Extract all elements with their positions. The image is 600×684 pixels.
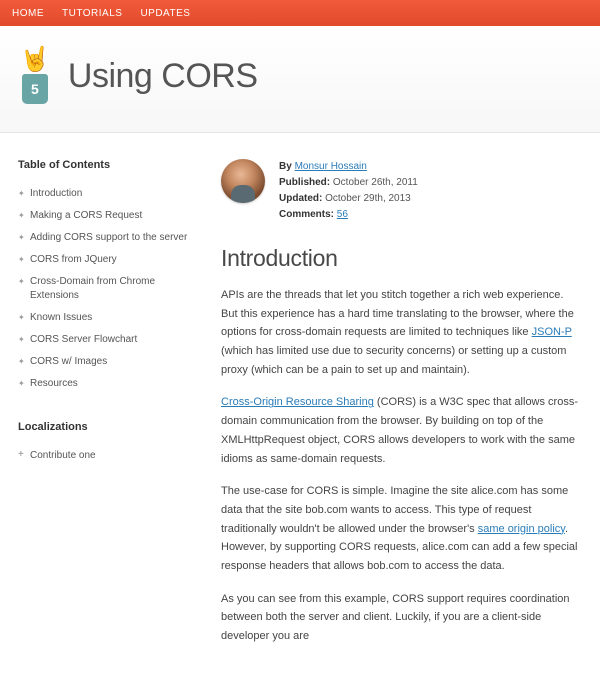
intro-para-2: Cross-Origin Resource Sharing (CORS) is … (221, 393, 582, 468)
link-same-origin[interactable]: same origin policy (478, 523, 565, 535)
html5-badge-icon: 5 (22, 74, 48, 104)
toc-item-flowchart[interactable]: CORS Server Flowchart (18, 329, 193, 351)
published-label: Published: (279, 177, 330, 188)
nav-home[interactable]: HOME (12, 8, 44, 19)
article-meta: By Monsur Hossain Published: October 26t… (279, 159, 418, 223)
toc-item-known-issues[interactable]: Known Issues (18, 307, 193, 329)
toc-list: Introduction Making a CORS Request Addin… (18, 183, 193, 395)
comments-label: Comments: (279, 209, 334, 220)
toc-item-chrome-ext[interactable]: Cross-Domain from Chrome Extensions (18, 271, 193, 307)
localizations-list: Contribute one (18, 445, 193, 467)
intro-para-4: As you can see from this example, CORS s… (221, 590, 582, 646)
link-json-p[interactable]: JSON-P (532, 326, 572, 338)
published-date: October 26th, 2011 (333, 177, 418, 188)
toc-item-images[interactable]: CORS w/ Images (18, 351, 193, 373)
link-cors-spec[interactable]: Cross-Origin Resource Sharing (221, 396, 374, 408)
nav-tutorials[interactable]: TUTORIALS (62, 8, 122, 19)
localizations-heading: Localizations (18, 421, 193, 433)
toc-item-introduction[interactable]: Introduction (18, 183, 193, 205)
section-heading-introduction: Introduction (221, 245, 582, 272)
intro-para-3: The use-case for CORS is simple. Imagine… (221, 482, 582, 575)
toc-item-making-request[interactable]: Making a CORS Request (18, 205, 193, 227)
text: (which has limited use due to security c… (221, 345, 566, 376)
toc-item-resources[interactable]: Resources (18, 373, 193, 395)
main-content: By Monsur Hossain Published: October 26t… (221, 159, 582, 660)
top-nav: HOME TUTORIALS UPDATES (0, 0, 600, 26)
loc-contribute[interactable]: Contribute one (18, 445, 193, 467)
author-link[interactable]: Monsur Hossain (295, 161, 367, 172)
sidebar: Table of Contents Introduction Making a … (18, 159, 193, 660)
site-logo: 🤘 5 (20, 48, 50, 104)
byline: By Monsur Hossain Published: October 26t… (221, 159, 582, 223)
intro-para-1: APIs are the threads that let you stitch… (221, 286, 582, 379)
comments-link[interactable]: 56 (337, 209, 348, 220)
toc-heading: Table of Contents (18, 159, 193, 171)
updated-label: Updated: (279, 193, 322, 204)
rock-hand-icon: 🤘 (20, 48, 50, 72)
nav-updates[interactable]: UPDATES (140, 8, 190, 19)
page-header: 🤘 5 Using CORS (0, 26, 600, 133)
author-avatar (221, 159, 265, 203)
toc-item-server-support[interactable]: Adding CORS support to the server (18, 227, 193, 249)
page-title: Using CORS (68, 57, 258, 96)
by-label: By (279, 161, 292, 172)
updated-date: October 29th, 2013 (325, 193, 411, 204)
text: APIs are the threads that let you stitch… (221, 289, 574, 338)
toc-item-jquery[interactable]: CORS from JQuery (18, 249, 193, 271)
